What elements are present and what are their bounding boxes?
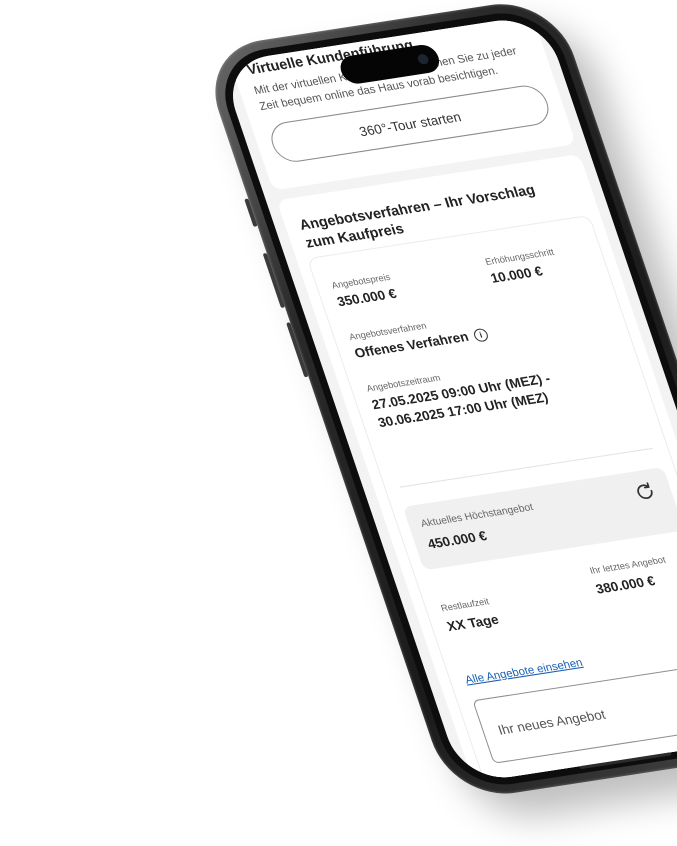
- offer-price-value: 350.000 €: [334, 285, 399, 310]
- increment-value: 10.000 €: [488, 263, 545, 286]
- phone-frame: Virtuelle Kundenführung Mit der virtuell…: [198, 0, 677, 803]
- highest-bid-box: Aktuelles Höchstangebot 450.000 €: [402, 467, 677, 571]
- remaining-value: XX Tage: [444, 611, 501, 635]
- offer-details-card: Angebotspreis 350.000 € Erhöhungsschritt…: [306, 214, 677, 785]
- highest-bid-label: Aktuelles Höchstangebot: [419, 501, 535, 530]
- info-icon[interactable]: i: [472, 327, 490, 343]
- action-button: [244, 198, 258, 227]
- all-bids-link[interactable]: Alle Angebote einsehen: [464, 657, 585, 687]
- phone-screen: Virtuelle Kundenführung Mit der virtuell…: [219, 13, 677, 785]
- refresh-icon[interactable]: [630, 479, 660, 504]
- offer-section: Angebotsverfahren – Ihr Vorschlag zum Ka…: [276, 153, 677, 785]
- last-bid-value: 380.000 €: [593, 572, 658, 597]
- increment-label: Erhöhungsschritt: [483, 246, 556, 268]
- camera-icon: [416, 53, 430, 65]
- phone-bezel: Virtuelle Kundenführung Mit der virtuell…: [210, 5, 677, 793]
- remaining-label: Restlaufzeit: [439, 596, 491, 614]
- last-bid-label: Ihr letztes Angebot: [588, 554, 667, 576]
- highest-bid-value: 450.000 €: [425, 527, 489, 552]
